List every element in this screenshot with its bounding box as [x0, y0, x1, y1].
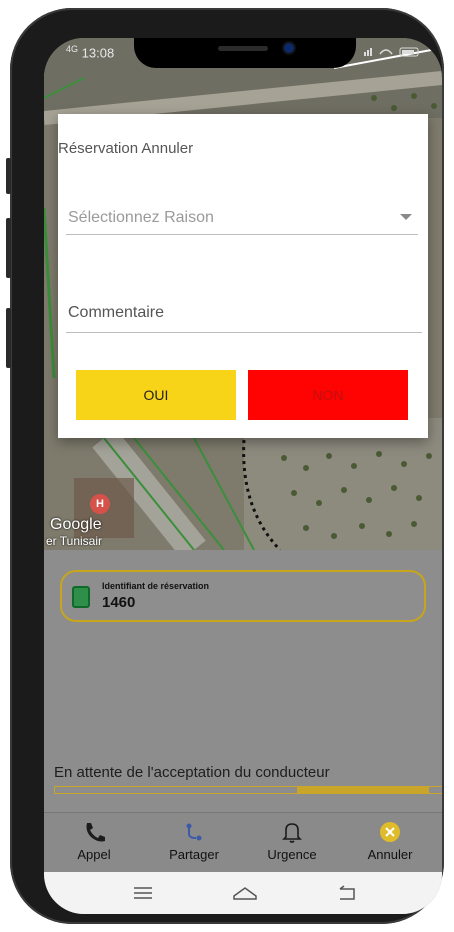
network-indicator: 4G — [66, 44, 79, 54]
reason-select[interactable]: Sélectionnez Raison — [66, 196, 418, 235]
call-label: Appel — [77, 847, 111, 862]
emergency-button[interactable]: Urgence — [252, 821, 332, 862]
booking-panel: Identifiant de réservation 1460 En atten… — [44, 550, 442, 812]
phone-frame: 4G 13:08 H Google er Tunisair Identifian… — [6, 8, 444, 924]
reason-select-placeholder: Sélectionnez Raison — [68, 209, 214, 226]
speaker-icon — [218, 46, 268, 51]
share-label: Partager — [169, 847, 219, 862]
share-route-icon — [186, 823, 202, 841]
camera-icon — [284, 43, 294, 53]
comment-field[interactable] — [66, 294, 422, 333]
id-badge-icon — [72, 586, 90, 608]
phone-icon — [86, 823, 105, 842]
yes-button[interactable]: OUI — [76, 370, 236, 420]
clock: 13:08 — [81, 45, 115, 61]
phone-screen: 4G 13:08 H Google er Tunisair Identifian… — [44, 38, 442, 914]
booking-id-value: 1460 — [102, 594, 136, 611]
booking-id-card: Identifiant de réservation 1460 — [60, 570, 426, 622]
notch — [134, 38, 356, 68]
cancel-reservation-dialog: Réservation Annuler Sélectionnez Raison … — [58, 114, 428, 438]
cancel-button[interactable]: Annuler — [350, 821, 430, 862]
volume-down-button — [6, 218, 11, 278]
no-button[interactable]: NON — [248, 370, 408, 420]
signal-wifi-battery-icon — [364, 47, 419, 57]
booking-id-label: Identifiant de réservation — [102, 581, 210, 591]
map-place-label: er Tunisair — [46, 534, 103, 548]
recents-menu-icon[interactable] — [132, 884, 154, 902]
volume-up-button — [6, 158, 11, 194]
waiting-progress-bar — [54, 786, 442, 794]
dialog-title: Réservation Annuler — [58, 140, 194, 157]
call-button[interactable]: Appel — [54, 821, 134, 862]
bell-icon — [282, 823, 302, 843]
share-button[interactable]: Partager — [154, 821, 234, 862]
cancel-circle-icon — [380, 822, 400, 842]
side-button — [6, 308, 11, 368]
status-bar-time: 4G 13:08 — [66, 44, 114, 60]
progress-fill — [297, 787, 429, 793]
home-icon[interactable] — [232, 884, 258, 902]
system-nav-bar — [44, 872, 442, 914]
status-icons — [364, 46, 422, 61]
google-attribution: Google — [50, 516, 102, 533]
waiting-status-text: En attente de l'acceptation du conducteu… — [54, 764, 330, 781]
action-bar: Appel Partager Urgence Annuler — [44, 812, 442, 873]
back-icon[interactable] — [336, 884, 358, 902]
hospital-pin-icon[interactable]: H — [90, 494, 110, 514]
cancel-label: Annuler — [367, 847, 413, 862]
emergency-label: Urgence — [267, 847, 317, 862]
chevron-down-icon — [400, 214, 412, 220]
